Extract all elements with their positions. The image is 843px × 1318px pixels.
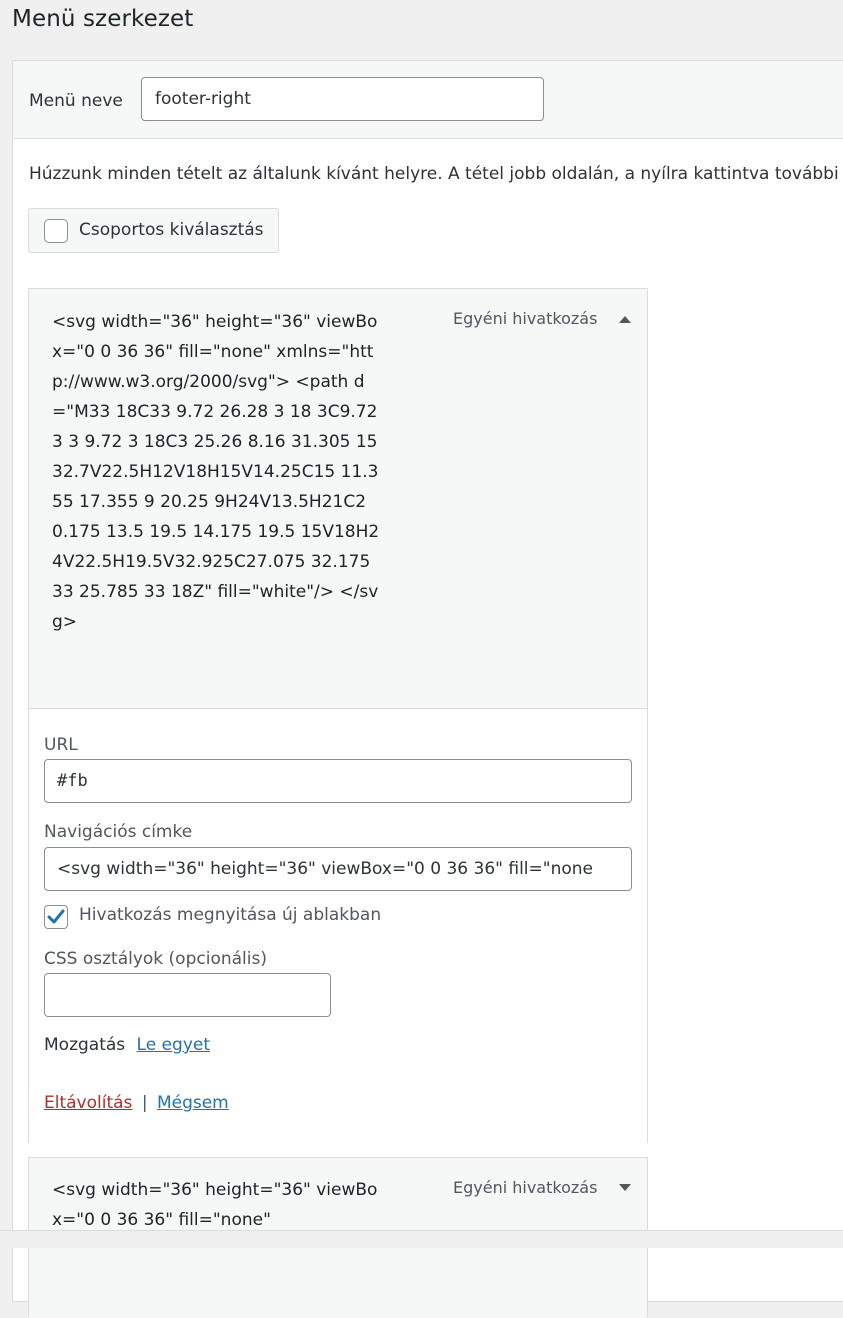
bulk-select-button[interactable]: Csoportos kiválasztás bbox=[28, 208, 279, 253]
instructions-text: Húzzunk minden tételt az általunk kívánt… bbox=[29, 164, 843, 184]
menu-item-type: Egyéni hivatkozás bbox=[453, 309, 598, 328]
new-window-option[interactable]: Hivatkozás megnyitása új ablakban bbox=[44, 905, 444, 929]
cancel-link[interactable]: Mégsem bbox=[157, 1093, 229, 1113]
bulk-select-label: Csoportos kiválasztás bbox=[79, 220, 264, 240]
url-label: URL bbox=[44, 735, 78, 755]
bulk-select-checkbox[interactable] bbox=[44, 219, 68, 243]
menu-structure-panel: Menü neve Húzzunk minden tételt az által… bbox=[12, 60, 843, 1318]
menu-item-handle[interactable]: <svg width="36" height="36" viewBox="0 0… bbox=[29, 289, 647, 708]
remove-link[interactable]: Eltávolítás bbox=[44, 1093, 132, 1113]
menu-item-title: <svg width="36" height="36" viewBox="0 0… bbox=[52, 312, 383, 632]
menu-item-settings: URL #fb Navigációs címke <svg width="36"… bbox=[29, 708, 647, 1143]
footer-strip bbox=[0, 1230, 843, 1248]
nav-label-input[interactable]: <svg width="36" height="36" viewBox="0 0… bbox=[44, 847, 632, 891]
actions-separator: | bbox=[141, 1093, 148, 1113]
menu-item: <svg width="36" height="36" viewBox="0 0… bbox=[28, 288, 648, 1143]
menu-name-input[interactable] bbox=[141, 77, 544, 121]
new-window-checkbox[interactable] bbox=[44, 905, 68, 929]
move-down-link[interactable]: Le egyet bbox=[137, 1035, 210, 1055]
move-label: Mozgatás bbox=[44, 1035, 126, 1055]
css-classes-label: CSS osztályok (opcionális) bbox=[44, 949, 267, 969]
item-actions: Eltávolítás | Mégsem bbox=[44, 1093, 229, 1113]
move-row: Mozgatás Le egyet bbox=[44, 1035, 210, 1055]
menu-item-type: Egyéni hivatkozás bbox=[453, 1178, 598, 1197]
collapse-arrow-icon[interactable] bbox=[615, 309, 635, 329]
new-window-label: Hivatkozás megnyitása új ablakban bbox=[79, 905, 382, 925]
page-title: Menü szerkezet bbox=[12, 6, 194, 32]
menu-name-label: Menü neve bbox=[29, 91, 123, 111]
nav-label-label: Navigációs címke bbox=[44, 822, 193, 842]
url-input[interactable]: #fb bbox=[44, 759, 632, 803]
css-classes-input[interactable] bbox=[44, 973, 331, 1017]
menu-name-row: Menü neve bbox=[13, 61, 843, 139]
menu-item-title: <svg width="36" height="36" viewBox="0 0… bbox=[52, 1180, 378, 1230]
checkmark-icon bbox=[47, 909, 65, 924]
expand-arrow-icon[interactable] bbox=[615, 1178, 635, 1198]
